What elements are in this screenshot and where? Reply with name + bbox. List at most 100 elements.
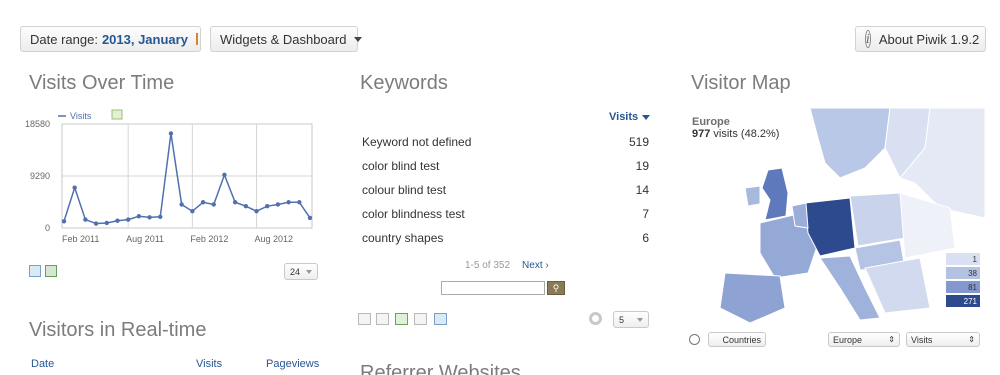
zoom-out-icon[interactable]: [689, 334, 700, 345]
table-row[interactable]: color blind test 19: [362, 159, 649, 173]
data-point: [136, 214, 142, 219]
x-tick-label: Aug 2012: [255, 234, 294, 244]
chevron-down-icon: [354, 36, 363, 42]
gear-icon[interactable]: [589, 312, 602, 325]
visits-limit-select[interactable]: 24: [284, 263, 318, 280]
visitor-map-title: Visitor Map: [691, 72, 791, 94]
calendar-icon: [195, 33, 198, 45]
data-point: [211, 202, 216, 207]
keywords-limit-value: 5: [619, 314, 625, 325]
keyword-cell: country shapes: [362, 231, 444, 245]
table-view-icon[interactable]: [358, 313, 371, 325]
map-shapes: [690, 108, 985, 326]
chart-grid: [61, 123, 313, 229]
map-region-select[interactable]: Europe ⇕: [828, 332, 900, 347]
map-region-summary: Europe 977 visits (48.2%): [692, 116, 779, 140]
date-range-label: Date range:: [30, 31, 98, 47]
countries-label: Countries: [722, 334, 761, 345]
y-tick-label: 0: [45, 223, 50, 233]
data-point: [179, 202, 184, 207]
about-piwik-button[interactable]: i About Piwik 1.9.2: [855, 26, 986, 52]
data-point: [275, 202, 281, 207]
legend-label: Visits: [70, 111, 92, 121]
realtime-col-visits[interactable]: Visits: [196, 358, 222, 370]
data-point: [265, 203, 270, 209]
visits-cell: 14: [635, 183, 649, 197]
map-metric-select[interactable]: Visits ⇕: [906, 332, 980, 347]
chevron-updown-icon: ⇕: [888, 335, 895, 344]
data-point: [115, 218, 120, 223]
date-range-button[interactable]: Date range: 2013, January: [20, 26, 201, 52]
data-point: [190, 209, 195, 214]
data-point: [297, 200, 302, 205]
data-point: [104, 220, 109, 226]
realtime-col-date[interactable]: Date: [31, 358, 54, 370]
visits-over-time-title: Visits Over Time: [29, 72, 175, 94]
europe-map[interactable]: [690, 108, 985, 326]
data-point: [61, 219, 67, 224]
legend-value: 81: [945, 280, 981, 294]
data-point: [72, 185, 77, 190]
x-tick-label: Feb 2012: [190, 234, 228, 244]
visits-chart: Visits 18580 9290 0 Feb 2011 Aug 2011 Feb 201…: [25, 109, 313, 244]
export-image-icon[interactable]: [45, 265, 57, 277]
map-visits-rest: visits (48.2%): [713, 128, 780, 140]
keyword-cell: Keyword not defined: [362, 135, 472, 149]
keywords-pager: 1-5 of 352 Next ›: [465, 260, 549, 271]
annotation-icon: [111, 109, 123, 120]
map-visits-count: 977: [692, 128, 711, 140]
table-row[interactable]: Keyword not defined 519: [362, 135, 649, 149]
x-tick-label: Feb 2011: [62, 234, 99, 244]
table-more-icon[interactable]: [376, 313, 389, 325]
sort-desc-icon: [642, 114, 651, 120]
keywords-search-input[interactable]: [441, 281, 545, 295]
keywords-limit-select[interactable]: 5: [613, 311, 649, 328]
chevron-down-icon: [306, 269, 312, 274]
table-row[interactable]: colour blind test 14: [362, 183, 649, 197]
export-data-icon[interactable]: [29, 265, 41, 277]
realtime-title: Visitors in Real-time: [29, 319, 207, 341]
referrers-title: Referrer Websites: [360, 362, 521, 375]
date-range-value: 2013, January: [101, 31, 188, 47]
bar-chart-icon[interactable]: [414, 313, 427, 325]
export-icon[interactable]: [434, 313, 447, 325]
visits-column-label: Visits: [609, 111, 639, 123]
visits-cell: 6: [642, 231, 649, 245]
search-icon[interactable]: ⚲: [547, 281, 565, 295]
keywords-title: Keywords: [360, 72, 448, 94]
y-tick-label: 18580: [25, 119, 50, 129]
data-point: [147, 215, 152, 220]
data-point: [158, 214, 163, 220]
data-point: [168, 131, 174, 136]
map-legend: 1 38 81 271: [945, 252, 981, 308]
next-page-link[interactable]: Next ›: [522, 260, 549, 271]
keyword-cell: color blind test: [362, 159, 440, 173]
goals-flag-icon[interactable]: [395, 313, 408, 325]
countries-button[interactable]: Countries: [708, 332, 766, 347]
y-tick-label: 9290: [30, 171, 50, 181]
chevron-down-icon: [637, 317, 643, 322]
data-point: [83, 217, 88, 222]
data-point: [286, 200, 291, 205]
about-piwik-label: About Piwik 1.9.2: [878, 31, 980, 47]
chevron-updown-icon: ⇕: [968, 335, 975, 344]
data-point: [232, 200, 238, 205]
visits-column-header[interactable]: Visits: [609, 111, 651, 123]
realtime-col-pageviews[interactable]: Pageviews: [266, 358, 319, 370]
x-tick-label: Aug 2011: [126, 234, 164, 244]
visits-cell: 19: [635, 159, 649, 173]
table-row[interactable]: color blindness test 7: [362, 207, 649, 221]
info-icon: i: [865, 30, 871, 48]
map-region-select-value: Europe: [833, 334, 863, 345]
widgets-dashboard-label: Widgets & Dashboard: [220, 31, 347, 47]
pager-range: 1-5 of 352: [465, 260, 511, 271]
data-point: [243, 203, 249, 209]
legend-value: 1: [945, 252, 981, 266]
map-region-name: Europe: [692, 116, 730, 128]
map-metric-select-value: Visits: [911, 334, 933, 345]
widgets-dashboard-button[interactable]: Widgets & Dashboard: [210, 26, 363, 52]
table-row[interactable]: country shapes 6: [362, 231, 649, 245]
visits-series-line: [63, 133, 311, 225]
data-point: [200, 200, 206, 205]
data-point: [307, 215, 313, 221]
